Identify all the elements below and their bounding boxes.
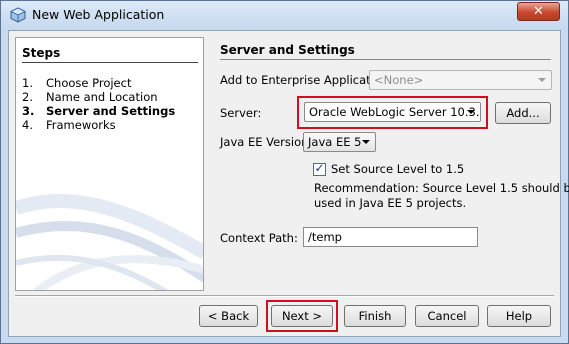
help-button[interactable]: Help (487, 305, 551, 327)
dialog-content: Steps 1. Choose Project 2. Name and Locati… (8, 30, 569, 337)
steps-title: Steps (22, 46, 61, 60)
close-icon: ✕ (533, 4, 544, 19)
context-path-input[interactable]: /temp (303, 227, 478, 247)
source-level-label[interactable]: Set Source Level to 1.5 (331, 162, 464, 176)
javaee-version-combo[interactable]: Java EE 5 (303, 132, 376, 152)
chevron-down-icon (362, 140, 370, 144)
step-frameworks: 4. Frameworks (22, 118, 116, 132)
finish-button[interactable]: Finish (344, 305, 406, 327)
step-choose-project: 1. Choose Project (22, 76, 132, 90)
netbeans-cube-icon (10, 7, 26, 23)
title-bar[interactable]: New Web Application ✕ (1, 1, 568, 30)
enterprise-app-combo: <None> (369, 70, 552, 90)
step-name-and-location: 2. Name and Location (22, 90, 158, 104)
cancel-button[interactable]: Cancel (415, 305, 479, 327)
recommendation-line-2: used in Java EE 5 projects. (314, 196, 467, 210)
source-level-checkbox[interactable]: ✓ (313, 161, 326, 176)
steps-divider (22, 62, 198, 63)
server-highlight-box (297, 96, 488, 129)
back-button[interactable]: < Back (199, 305, 258, 327)
steps-panel: Steps 1. Choose Project 2. Name and Locati… (15, 37, 204, 291)
javaee-version-label: Java EE Version: (220, 135, 313, 149)
context-path-label: Context Path: (220, 231, 298, 245)
checkmark-icon: ✓ (314, 161, 325, 175)
recommendation-line-1: Recommendation: Source Level 1.5 should … (314, 181, 569, 195)
enterprise-app-label: Add to Enterprise Application: (220, 73, 393, 87)
step-server-and-settings: 3. Server and Settings (22, 104, 176, 118)
window-title: New Web Application (32, 7, 165, 22)
section-divider (220, 59, 551, 60)
close-button[interactable]: ✕ (517, 2, 560, 21)
section-title: Server and Settings (220, 43, 355, 57)
server-label: Server: (220, 106, 262, 120)
dialog-window: New Web Application ✕ Steps 1. Choose Pro… (0, 0, 569, 344)
add-server-button[interactable]: Add... (495, 102, 551, 124)
chevron-down-icon (538, 78, 546, 82)
next-highlight-box (266, 300, 338, 332)
